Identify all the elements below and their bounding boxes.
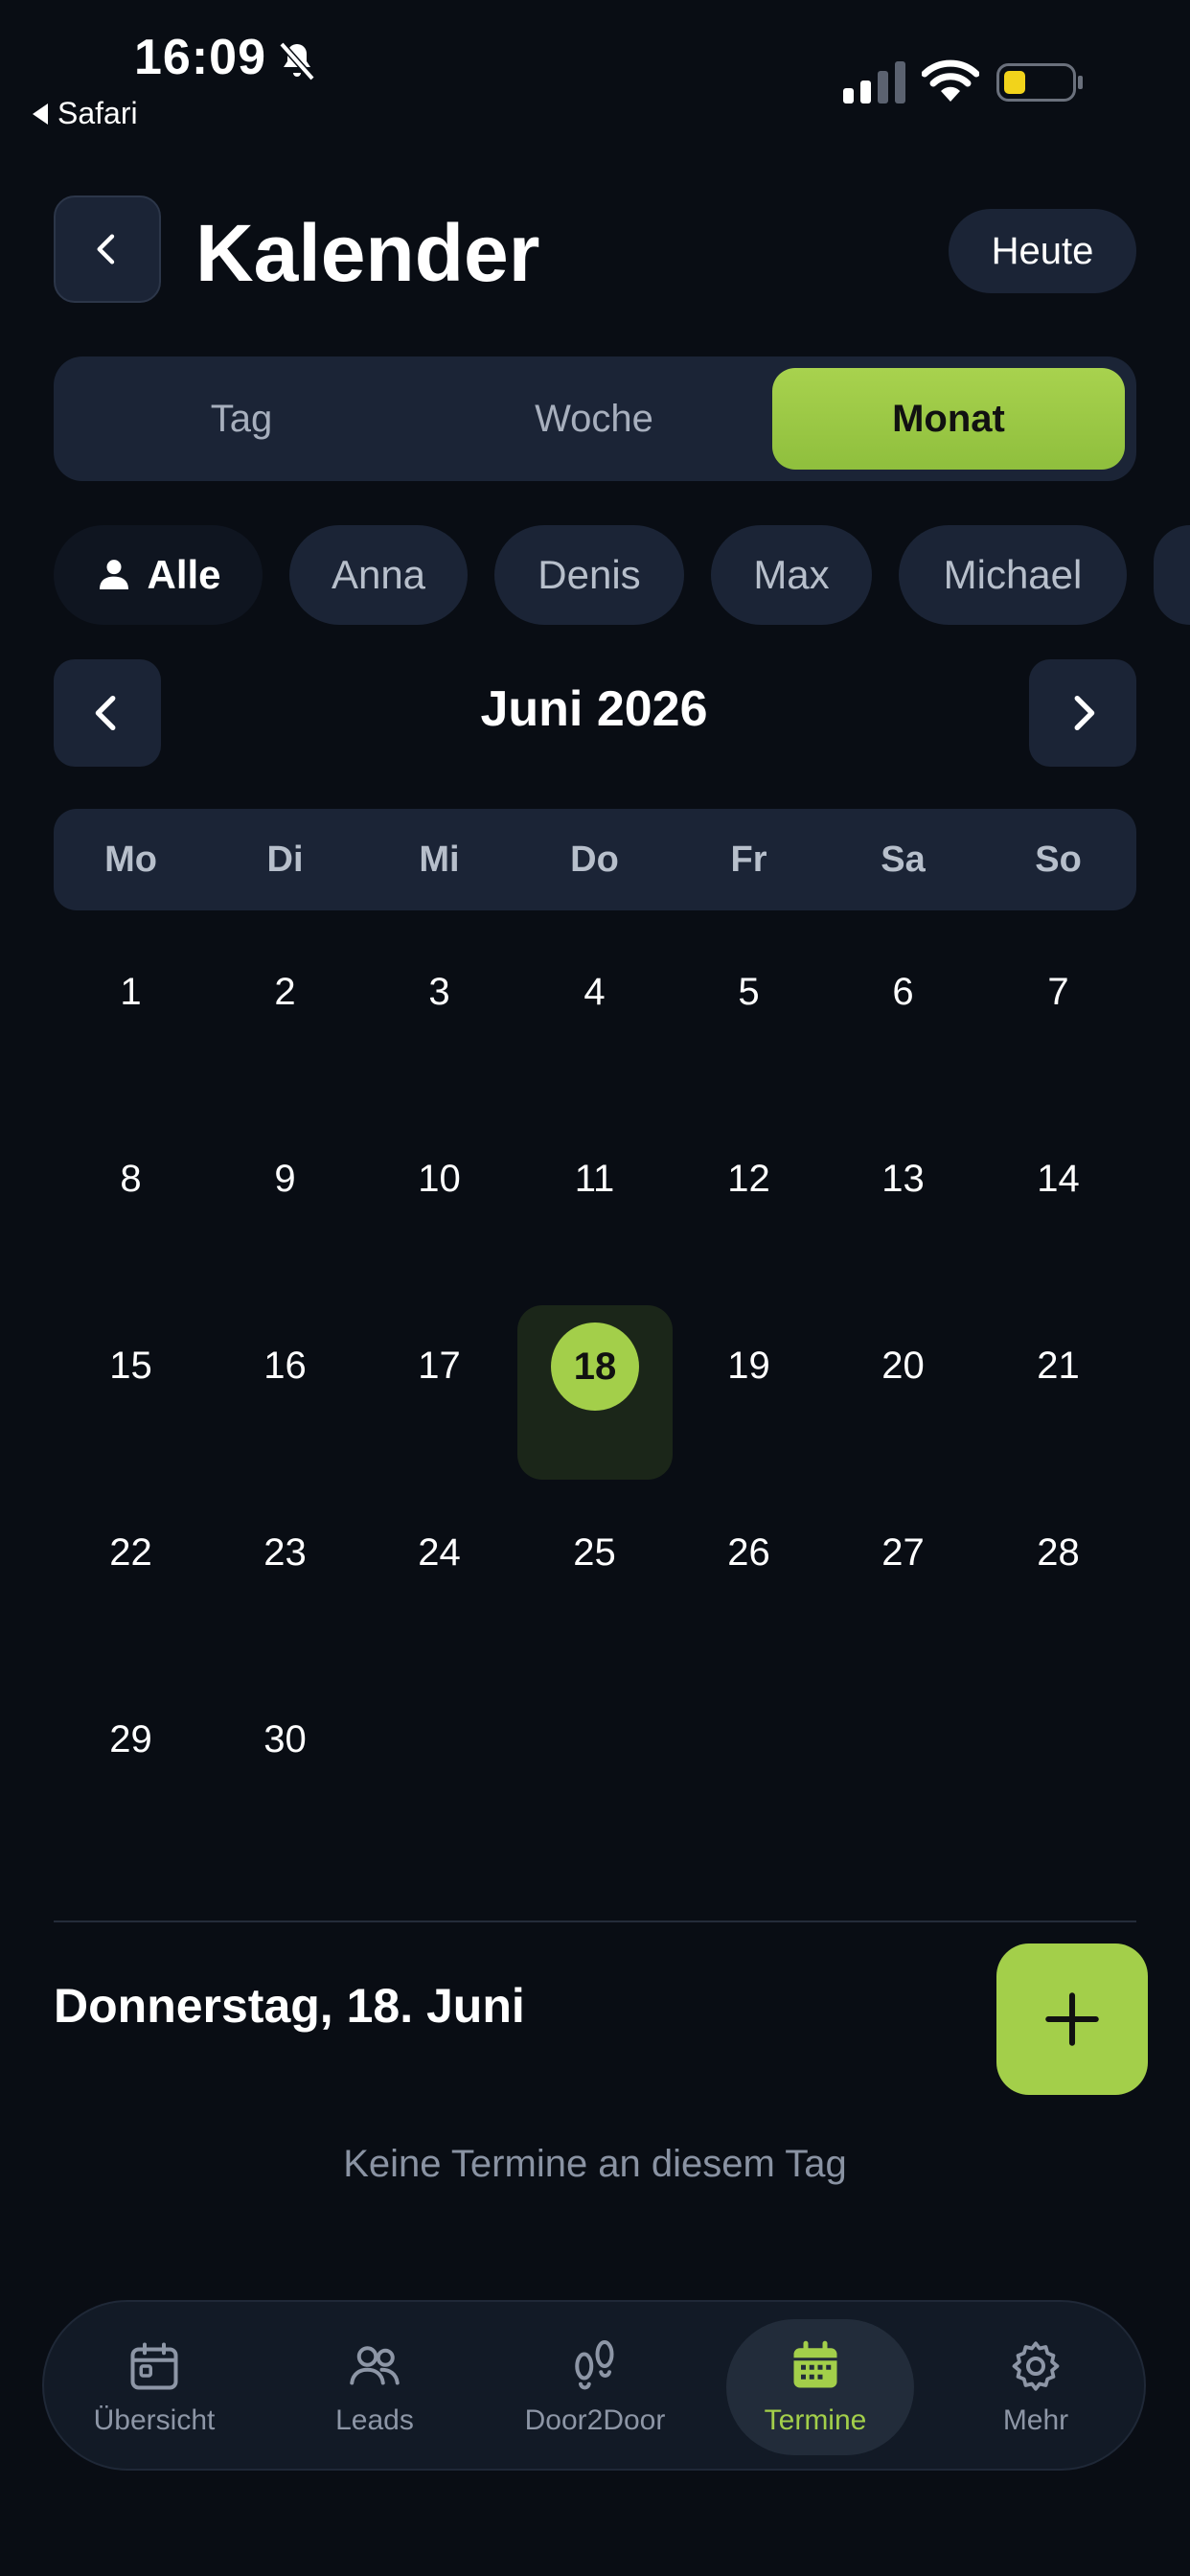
prev-month-button[interactable] xyxy=(54,659,161,767)
calendar-day[interactable]: 15 xyxy=(54,1313,208,1418)
add-appointment-button[interactable] xyxy=(996,1944,1148,2095)
filter-chip-all[interactable]: Alle xyxy=(54,525,263,625)
nav-item-more[interactable]: Mehr xyxy=(926,2302,1146,2472)
filter-chip-more[interactable] xyxy=(1154,525,1190,625)
calendar-day[interactable]: 23 xyxy=(208,1500,362,1605)
empty-state-message: Keine Termine an diesem Tag xyxy=(343,2143,847,2185)
calendar-day[interactable]: 28 xyxy=(981,1500,1135,1605)
calendar-day[interactable]: 9 xyxy=(208,1126,362,1231)
back-button[interactable] xyxy=(54,196,161,303)
person-icon xyxy=(100,560,129,589)
calendar-day[interactable]: 19 xyxy=(672,1313,826,1418)
weekday-label: Do xyxy=(570,839,619,880)
calendar-day-selected[interactable]: 18 xyxy=(551,1322,639,1411)
calendar-day[interactable]: 5 xyxy=(672,939,826,1045)
filter-chip-michael[interactable]: Michael xyxy=(899,525,1127,625)
calendar-day[interactable]: 13 xyxy=(826,1126,980,1231)
calendar-day[interactable]: 25 xyxy=(517,1500,672,1605)
calendar-day[interactable]: 26 xyxy=(672,1500,826,1605)
calendar-day[interactable]: 29 xyxy=(54,1687,208,1792)
tab-month[interactable]: Monat xyxy=(772,368,1125,470)
month-label: Juni 2026 xyxy=(480,681,708,737)
calendar-day[interactable]: 14 xyxy=(981,1126,1135,1231)
weekday-label: Di xyxy=(266,839,304,880)
divider xyxy=(54,1920,1136,1922)
battery-icon xyxy=(996,63,1083,102)
weekday-label: Mo xyxy=(104,839,157,880)
tab-day[interactable]: Tag xyxy=(65,368,418,470)
calendar-day[interactable]: 7 xyxy=(981,939,1135,1045)
filter-chip-anna[interactable]: Anna xyxy=(289,525,468,625)
gear-icon xyxy=(1012,2341,1060,2391)
weekday-label: So xyxy=(1035,839,1082,880)
view-switcher: Tag Woche Monat xyxy=(54,356,1136,481)
calendar-icon xyxy=(793,2340,837,2388)
calendar-day[interactable]: 12 xyxy=(672,1126,826,1231)
back-to-app-link[interactable]: Safari xyxy=(33,96,138,131)
tab-week[interactable]: Woche xyxy=(418,368,770,470)
weekday-label: Mi xyxy=(419,839,460,880)
next-month-button[interactable] xyxy=(1029,659,1136,767)
calendar-day[interactable]: 8 xyxy=(54,1126,208,1231)
calendar-day[interactable]: 17 xyxy=(362,1313,516,1418)
calendar-day[interactable]: 22 xyxy=(54,1500,208,1605)
bell-muted-icon xyxy=(279,41,315,81)
calendar-day[interactable]: 4 xyxy=(517,939,672,1045)
nav-item-label: Termine xyxy=(764,2404,867,2436)
nav-item-label: Door2Door xyxy=(524,2404,666,2436)
wifi-icon xyxy=(922,59,979,102)
weekday-label: Fr xyxy=(730,839,767,880)
calendar-day[interactable]: 24 xyxy=(362,1500,516,1605)
footprints-icon xyxy=(575,2340,614,2390)
calendar-day[interactable]: 10 xyxy=(362,1126,516,1231)
selected-date-heading: Donnerstag, 18. Juni xyxy=(54,1979,525,2033)
back-app-label: Safari xyxy=(57,96,138,130)
weekday-label: Sa xyxy=(881,839,926,880)
calendar-day[interactable]: 20 xyxy=(826,1313,980,1418)
chevron-left-icon xyxy=(95,695,116,731)
users-icon xyxy=(350,2346,400,2385)
back-triangle-icon xyxy=(33,103,48,125)
calendar-day[interactable]: 6 xyxy=(826,939,980,1045)
overview-icon xyxy=(130,2342,178,2390)
nav-item-label: Mehr xyxy=(1002,2404,1069,2436)
calendar-day[interactable]: 27 xyxy=(826,1500,980,1605)
filter-chip-denis[interactable]: Denis xyxy=(494,525,684,625)
filter-chip-label: Alle xyxy=(147,552,221,597)
cellular-signal-icon xyxy=(843,61,905,104)
calendar-day[interactable]: 1 xyxy=(54,939,208,1045)
calendar-day[interactable]: 11 xyxy=(517,1126,672,1231)
nav-item-label: Übersicht xyxy=(93,2404,216,2436)
bottom-nav: Übersicht Leads Door2Door Termine Mehr xyxy=(42,2300,1146,2471)
calendar-day[interactable]: 16 xyxy=(208,1313,362,1418)
calendar-day[interactable]: 3 xyxy=(362,939,516,1045)
nav-item-leads[interactable]: Leads xyxy=(264,2302,485,2472)
status-time: 16:09 xyxy=(134,30,266,85)
weekday-header: Mo Di Mi Do Fr Sa So xyxy=(54,809,1136,910)
chevron-left-icon xyxy=(97,234,115,264)
today-button[interactable]: Heute xyxy=(949,209,1136,293)
nav-item-door2door[interactable]: Door2Door xyxy=(485,2302,705,2472)
nav-item-termine[interactable]: Termine xyxy=(705,2302,926,2472)
page-title: Kalender xyxy=(195,208,540,298)
calendar-day[interactable]: 30 xyxy=(208,1687,362,1792)
calendar-day[interactable]: 21 xyxy=(981,1313,1135,1418)
nav-item-label: Leads xyxy=(335,2404,414,2436)
filter-chip-max[interactable]: Max xyxy=(711,525,872,625)
chevron-right-icon xyxy=(1074,695,1095,731)
nav-item-overview[interactable]: Übersicht xyxy=(44,2302,264,2472)
calendar-day[interactable]: 2 xyxy=(208,939,362,1045)
plus-icon xyxy=(1045,1992,1099,2046)
